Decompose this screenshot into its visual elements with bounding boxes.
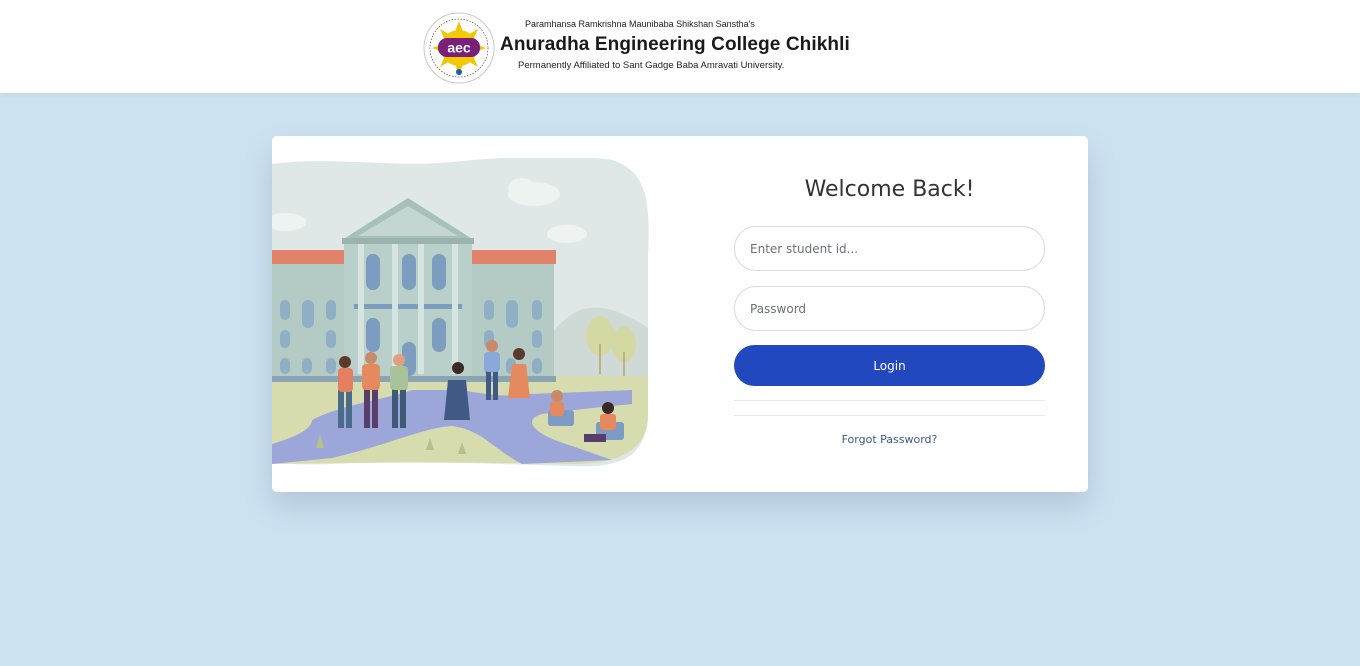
trust-name: Paramhansa Ramkrishna Maunibaba Shikshan… (525, 19, 755, 29)
header-bar: aec Paramhansa Ramkrishna Maunibaba Shik… (0, 0, 1360, 93)
logo-initials: aec (447, 40, 471, 56)
college-brand[interactable]: aec Paramhansa Ramkrishna Maunibaba Shik… (422, 12, 852, 84)
campus-illustration-image (272, 156, 649, 467)
divider-top (734, 400, 1045, 401)
college-name: Anuradha Engineering College Chikhli (500, 34, 850, 55)
affiliation-text: Permanently Affiliated to Sant Gadge Bab… (518, 60, 785, 71)
student-id-input[interactable] (734, 226, 1045, 271)
forgot-password-link[interactable]: Forgot Password? (734, 433, 1045, 446)
welcome-title: Welcome Back! (804, 177, 975, 202)
login-card: Welcome Back! Login Forgot Password? (272, 136, 1088, 492)
divider-bottom (734, 415, 1045, 416)
college-seal-icon: aec (423, 12, 495, 84)
login-form: Welcome Back! Login Forgot Password? (734, 136, 1045, 492)
login-button[interactable]: Login (734, 345, 1045, 386)
college-logo: aec (422, 12, 496, 84)
campus-illustration (272, 156, 650, 468)
password-input[interactable] (734, 286, 1045, 331)
